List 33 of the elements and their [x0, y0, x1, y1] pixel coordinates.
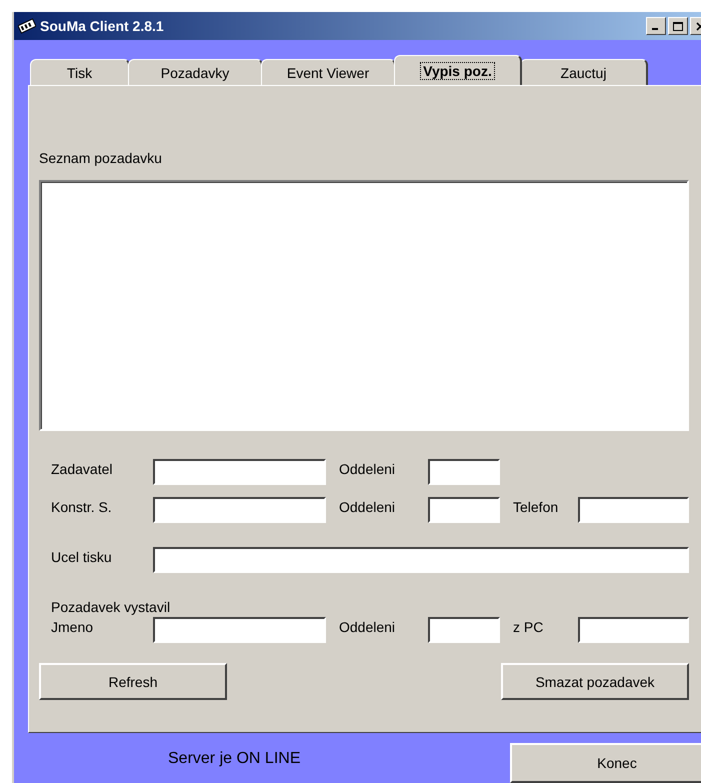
action-button[interactable]: Smazat pozadavek [501, 663, 689, 700]
field-label: Oddeleni [338, 499, 396, 515]
field-label: Jmeno [51, 619, 94, 635]
exit-button[interactable]: Konec [510, 743, 701, 783]
field-label: Konstr. S. [51, 499, 113, 515]
section-label: Pozadavek vystavil [51, 599, 170, 615]
input-field[interactable] [428, 459, 500, 485]
tab[interactable]: Pozadavky [128, 59, 263, 85]
minimize-button[interactable] [646, 17, 666, 35]
maximize-button[interactable] [668, 17, 688, 35]
input-field[interactable] [153, 459, 326, 485]
input-field[interactable] [428, 617, 500, 643]
field-label: z PC [512, 619, 544, 635]
field-label: Ucel tisku [51, 549, 113, 565]
window-title: SouMa Client 2.8.1 [40, 18, 165, 34]
field-label: Zadavatel [51, 461, 114, 477]
server-status: Server je ON LINE [168, 750, 300, 768]
input-field[interactable] [153, 547, 689, 573]
field-label: Oddeleni [338, 461, 396, 477]
tab[interactable]: Vypis poz. [394, 55, 522, 85]
tab[interactable]: Tisk [30, 59, 130, 85]
input-field[interactable] [578, 617, 689, 643]
field-label: Oddeleni [338, 619, 396, 635]
input-field[interactable] [153, 617, 326, 643]
maximize-icon [673, 22, 683, 30]
input-field[interactable] [578, 497, 689, 523]
field-label: Telefon [512, 499, 560, 515]
tab[interactable]: Event Viewer [261, 59, 396, 85]
list-label: Seznam pozadavku [39, 150, 162, 166]
action-button[interactable]: Refresh [39, 663, 227, 700]
input-field[interactable] [428, 497, 500, 523]
input-field[interactable] [153, 497, 326, 523]
tab[interactable]: Zauctuj [520, 59, 648, 85]
